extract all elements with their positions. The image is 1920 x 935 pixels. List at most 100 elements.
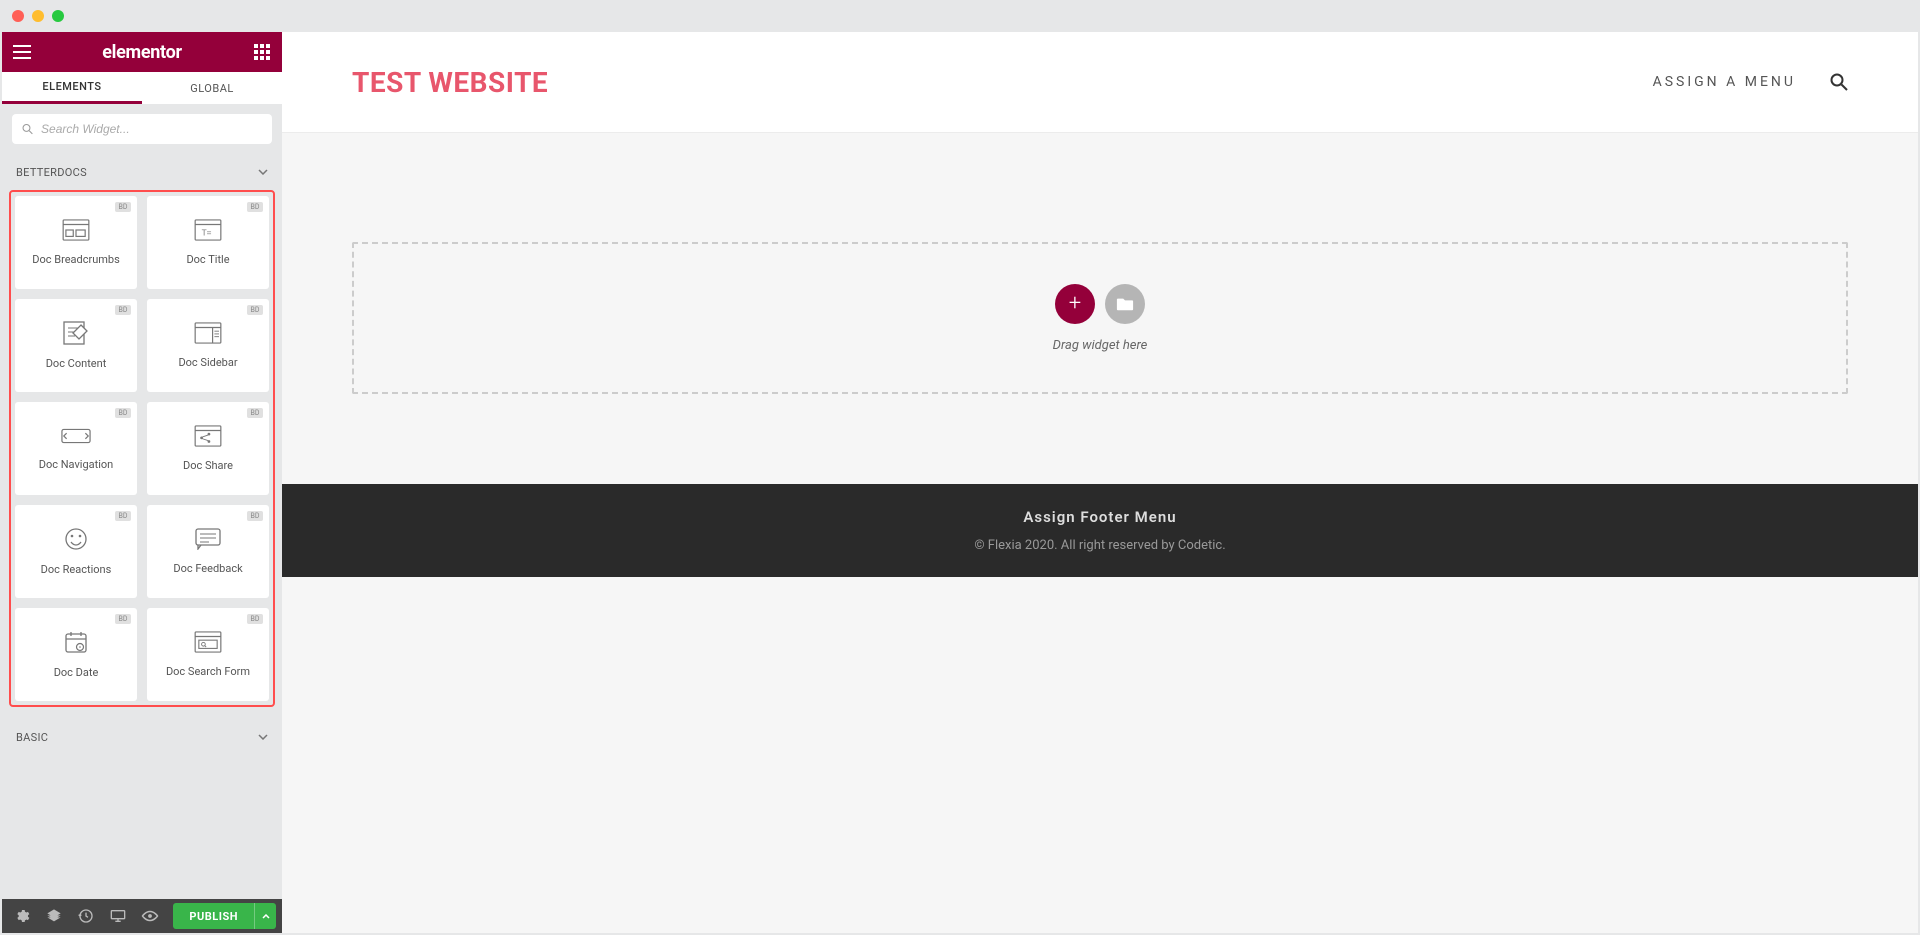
site-footer: Assign Footer Menu © Flexia 2020. All ri…: [282, 484, 1918, 577]
sidebar-icon: [194, 322, 222, 344]
panel-tabs: ELEMENTS GLOBAL: [2, 72, 282, 104]
widget-search-form[interactable]: BD Doc Search Form: [147, 608, 269, 701]
tab-global[interactable]: GLOBAL: [142, 72, 282, 104]
preview-canvas[interactable]: TEST WEBSITE ASSIGN A MENU + Drag widget…: [282, 32, 1918, 933]
add-section-button[interactable]: +: [1055, 284, 1095, 324]
eye-icon: [141, 910, 159, 922]
app-shell: elementor ELEMENTS GLOBAL BETTERDOCS: [0, 32, 1920, 935]
widget-date[interactable]: BD Doc Date: [15, 608, 137, 701]
widget-label: Doc Title: [186, 253, 229, 266]
category-basic[interactable]: BASIC: [2, 719, 282, 755]
widget-badge: BD: [247, 511, 263, 521]
search-wrap: [2, 104, 282, 154]
add-template-button[interactable]: [1105, 284, 1145, 324]
assign-menu-link[interactable]: ASSIGN A MENU: [1653, 74, 1796, 90]
category-betterdocs[interactable]: BETTERDOCS: [2, 154, 282, 190]
chevron-down-icon: [258, 734, 268, 740]
category-label: BASIC: [16, 731, 48, 744]
share-icon: [194, 425, 222, 447]
widget-feedback[interactable]: BD Doc Feedback: [147, 505, 269, 598]
desktop-icon: [110, 909, 126, 923]
publish-button[interactable]: PUBLISH: [173, 903, 276, 929]
header-right: ASSIGN A MENU: [1653, 73, 1848, 91]
window-maximize-icon[interactable]: [52, 10, 64, 22]
window-minimize-icon[interactable]: [32, 10, 44, 22]
widget-title[interactable]: BD T= Doc Title: [147, 196, 269, 289]
layers-icon: [46, 908, 62, 924]
widget-badge: BD: [115, 511, 131, 521]
widget-label: Doc Feedback: [173, 562, 242, 575]
navigator-button[interactable]: [40, 902, 68, 930]
search-input[interactable]: [41, 122, 262, 136]
date-icon: [64, 630, 88, 654]
drop-hint-text: Drag widget here: [1053, 338, 1148, 353]
widget-share[interactable]: BD Doc Share: [147, 402, 269, 495]
title-icon: T=: [194, 219, 222, 241]
brand-title: elementor: [102, 42, 182, 63]
panel-header: elementor: [2, 32, 282, 72]
settings-button[interactable]: [8, 902, 36, 930]
footer-copyright: © Flexia 2020. All right reserved by Cod…: [282, 538, 1918, 553]
folder-icon: [1116, 296, 1134, 312]
search-box[interactable]: [12, 114, 272, 144]
footer-menu-link[interactable]: Assign Footer Menu: [282, 508, 1918, 526]
widget-label: Doc Content: [46, 357, 107, 370]
apps-button[interactable]: [252, 42, 272, 62]
widget-label: Doc Share: [183, 459, 233, 472]
widget-breadcrumbs[interactable]: BD Doc Breadcrumbs: [15, 196, 137, 289]
search-form-icon: [194, 631, 222, 653]
drop-actions: +: [1055, 284, 1145, 324]
chevron-down-icon: [258, 169, 268, 175]
widget-badge: BD: [115, 614, 131, 624]
widget-label: Doc Breadcrumbs: [32, 253, 120, 266]
window-close-icon[interactable]: [12, 10, 24, 22]
hamburger-icon: [13, 45, 31, 59]
search-icon: [1830, 73, 1848, 91]
widget-label: Doc Sidebar: [178, 356, 237, 369]
navigation-icon: [61, 426, 91, 446]
site-header: TEST WEBSITE ASSIGN A MENU: [282, 32, 1918, 132]
history-button[interactable]: [72, 902, 100, 930]
widget-label: Doc Search Form: [166, 665, 250, 678]
gear-icon: [14, 908, 30, 924]
widget-badge: BD: [247, 614, 263, 624]
grid-icon: [254, 44, 270, 60]
publish-options[interactable]: [254, 903, 276, 929]
chevron-up-icon: [262, 914, 270, 919]
widget-badge: BD: [247, 202, 263, 212]
widget-badge: BD: [247, 305, 263, 315]
panel-footer: PUBLISH: [2, 899, 282, 933]
widgets-highlight-box: BD Doc Breadcrumbs BD T= Doc Title BD Doc Cont…: [9, 190, 275, 707]
site-title[interactable]: TEST WEBSITE: [352, 66, 548, 99]
svg-text:T=: T=: [202, 229, 212, 238]
widget-badge: BD: [247, 408, 263, 418]
widget-badge: BD: [115, 305, 131, 315]
widget-badge: BD: [115, 408, 131, 418]
widget-content[interactable]: BD Doc Content: [15, 299, 137, 392]
menu-button[interactable]: [12, 42, 32, 62]
empty-section-dropzone[interactable]: + Drag widget here: [352, 242, 1848, 394]
elementor-panel: elementor ELEMENTS GLOBAL BETTERDOCS: [2, 32, 282, 933]
widget-label: Doc Reactions: [41, 563, 112, 576]
plus-icon: +: [1069, 291, 1081, 316]
header-search-button[interactable]: [1830, 73, 1848, 91]
responsive-button[interactable]: [104, 902, 132, 930]
breadcrumbs-icon: [62, 219, 90, 241]
feedback-icon: [195, 528, 221, 550]
reactions-icon: [64, 527, 88, 551]
browser-chrome: [0, 0, 1920, 32]
publish-label: PUBLISH: [173, 910, 254, 923]
content-icon: [63, 321, 89, 345]
widget-label: Doc Date: [54, 666, 99, 679]
widget-sidebar[interactable]: BD Doc Sidebar: [147, 299, 269, 392]
widget-badge: BD: [115, 202, 131, 212]
search-icon: [22, 123, 33, 135]
category-label: BETTERDOCS: [16, 166, 87, 179]
widget-label: Doc Navigation: [39, 458, 114, 471]
history-icon: [78, 908, 94, 924]
widget-reactions[interactable]: BD Doc Reactions: [15, 505, 137, 598]
tab-elements[interactable]: ELEMENTS: [2, 72, 142, 104]
widgets-area: BD Doc Breadcrumbs BD T= Doc Title BD Doc Cont…: [2, 190, 282, 707]
preview-button[interactable]: [136, 902, 164, 930]
widget-navigation[interactable]: BD Doc Navigation: [15, 402, 137, 495]
